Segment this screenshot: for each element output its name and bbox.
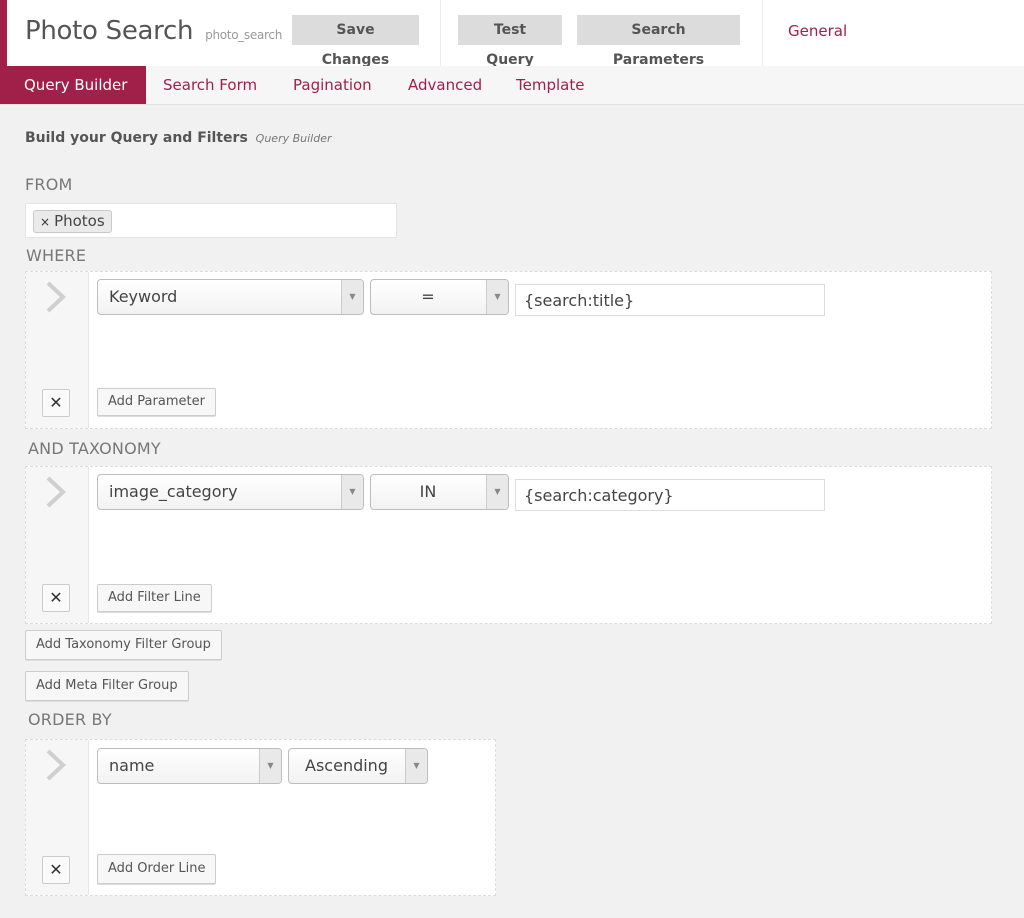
tab-pagination[interactable]: Pagination [277, 66, 388, 104]
app-title: Photo Search photo_search [25, 16, 282, 46]
test-query-button[interactable]: Test Query [458, 15, 562, 68]
select-value: Keyword [109, 287, 178, 306]
save-changes-button[interactable]: Save Changes [292, 15, 419, 68]
from-input[interactable]: × Photos [25, 203, 397, 238]
chip-label: Photos [54, 212, 105, 230]
tab-advanced[interactable]: Advanced [392, 66, 498, 104]
tab-template[interactable]: Template [500, 66, 600, 104]
section-title: Build your Query and Filters Query Build… [25, 130, 332, 146]
section-title-text: Build your Query and Filters [25, 130, 248, 146]
add-taxonomy-filter-group-button[interactable]: Add Taxonomy Filter Group [25, 630, 222, 660]
dropdown-arrow-icon: ▼ [486, 280, 508, 314]
group-gutter: ✕ [26, 467, 89, 623]
select-value: = [421, 287, 435, 306]
add-parameter-button[interactable]: Add Parameter [97, 388, 216, 416]
group-gutter: ✕ [26, 272, 89, 428]
dropdown-arrow-icon: ▼ [259, 749, 281, 783]
dropdown-arrow-icon: ▼ [486, 475, 508, 509]
drag-handle-chevron-icon[interactable] [44, 748, 68, 782]
header-divider [762, 0, 763, 66]
dropdown-arrow-icon: ▼ [341, 280, 363, 314]
remove-chip-icon[interactable]: × [40, 215, 50, 229]
order-direction-select[interactable]: Ascending ▼ [288, 748, 428, 784]
from-label: FROM [25, 175, 73, 194]
tab-bar: Query Builder Search Form Pagination Adv… [0, 66, 1024, 105]
group-gutter: ✕ [26, 740, 89, 895]
add-meta-filter-group-button[interactable]: Add Meta Filter Group [25, 671, 189, 701]
tab-query-builder[interactable]: Query Builder [0, 66, 146, 104]
where-operator-select[interactable]: = ▼ [370, 279, 509, 315]
taxonomy-operator-select[interactable]: IN ▼ [370, 474, 509, 510]
where-value-input[interactable] [515, 284, 825, 316]
select-value: image_category [109, 482, 238, 501]
drag-handle-chevron-icon[interactable] [44, 475, 68, 509]
taxonomy-value-input[interactable] [515, 479, 825, 511]
order-by-group: ✕ name ▼ Ascending ▼ Add Order Line [25, 739, 496, 896]
add-filter-line-button[interactable]: Add Filter Line [97, 584, 212, 612]
add-order-line-button[interactable]: Add Order Line [97, 854, 217, 884]
taxonomy-field-select[interactable]: image_category ▼ [97, 474, 364, 510]
dropdown-arrow-icon: ▼ [341, 475, 363, 509]
select-value: Ascending [305, 756, 388, 775]
app-slug: photo_search [205, 28, 282, 42]
select-value: IN [419, 482, 437, 501]
search-parameters-button[interactable]: Search Parameters [577, 15, 740, 68]
header-divider [440, 0, 441, 66]
general-link[interactable]: General [788, 22, 847, 40]
where-group: ✕ Keyword ▼ = ▼ Add Parameter [25, 271, 992, 429]
taxonomy-label: AND TAXONOMY [28, 439, 161, 458]
tab-search-form[interactable]: Search Form [147, 66, 273, 104]
where-label: WHERE [26, 246, 87, 265]
from-chip-photos[interactable]: × Photos [33, 210, 112, 233]
section-subtitle: Query Builder [255, 132, 332, 145]
order-field-select[interactable]: name ▼ [97, 748, 282, 784]
dropdown-arrow-icon: ▼ [405, 749, 427, 783]
taxonomy-group: ✕ image_category ▼ IN ▼ Add Filter Line [25, 466, 992, 624]
delete-group-button[interactable]: ✕ [42, 584, 70, 612]
delete-group-button[interactable]: ✕ [42, 856, 70, 884]
app-title-text: Photo Search [25, 16, 194, 46]
select-value: name [109, 756, 155, 775]
order-by-label: ORDER BY [28, 710, 112, 729]
drag-handle-chevron-icon[interactable] [44, 280, 68, 314]
app-header: Photo Search photo_search Save Changes T… [0, 0, 1024, 68]
delete-group-button[interactable]: ✕ [42, 389, 70, 417]
where-field-select[interactable]: Keyword ▼ [97, 279, 364, 315]
